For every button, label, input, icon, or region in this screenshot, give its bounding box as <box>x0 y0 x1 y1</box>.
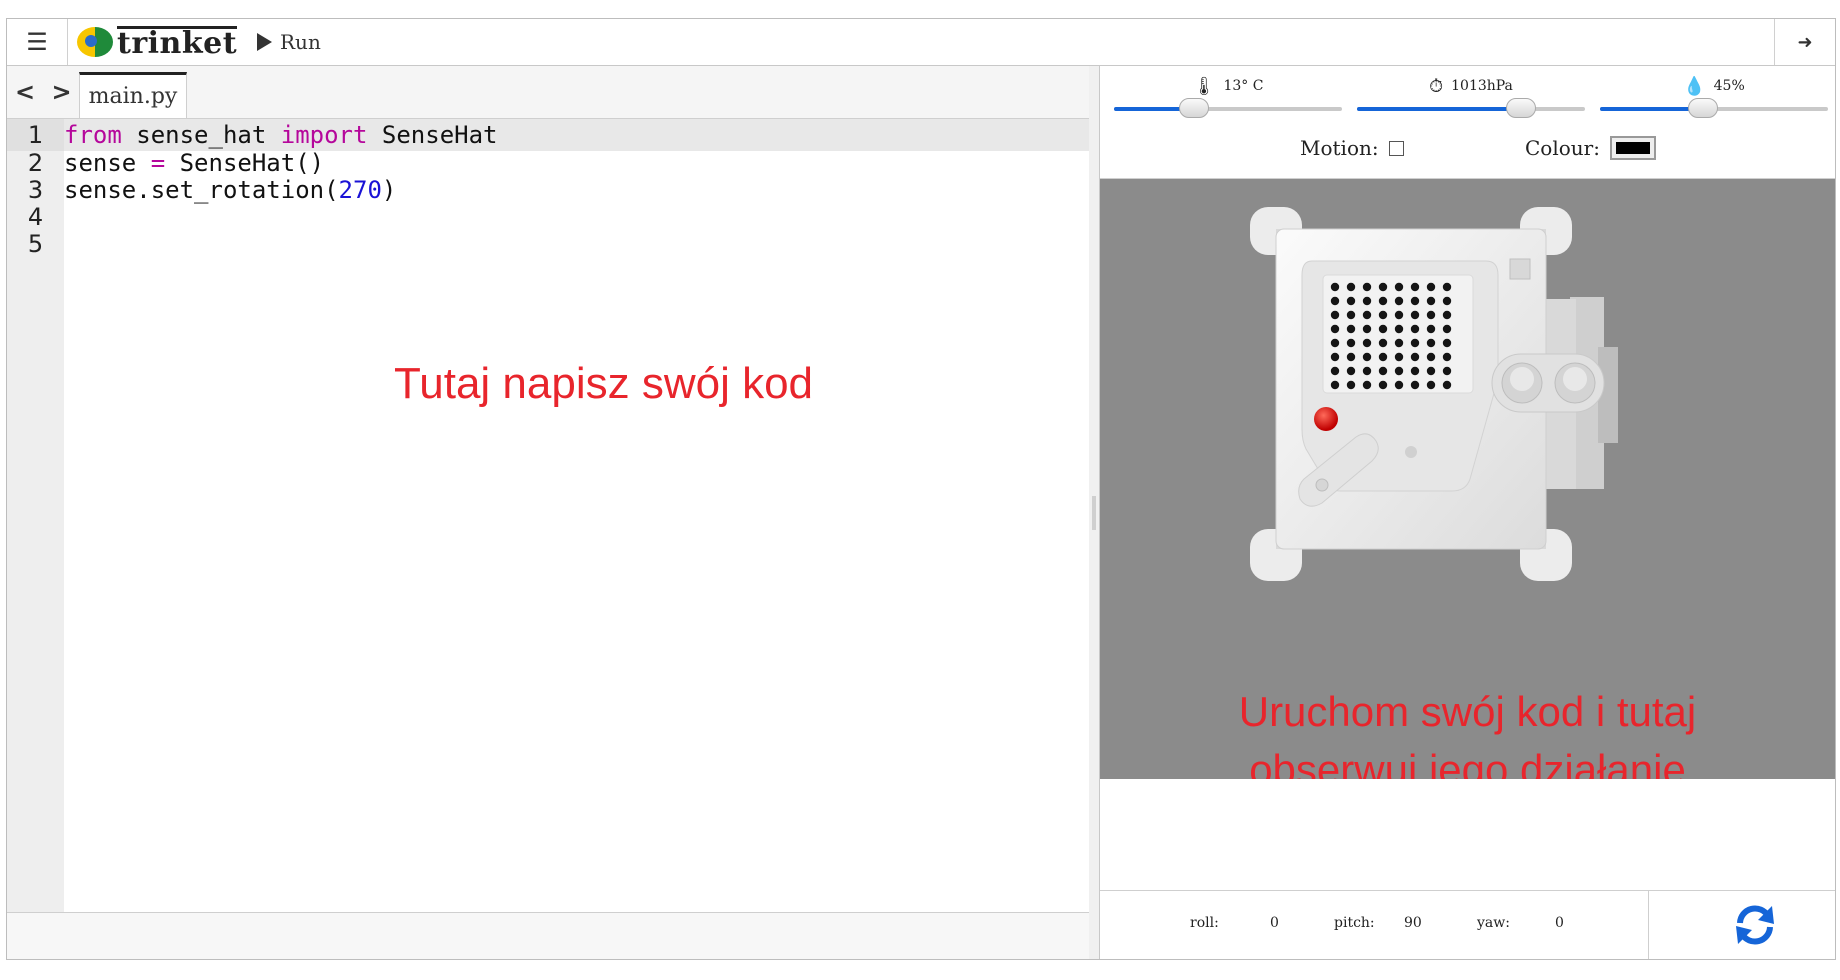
refresh-icon[interactable] <box>1675 891 1835 959</box>
motion-toggle[interactable]: Motion: <box>1300 136 1404 160</box>
run-code-hint: Uruchom swój kod i tutaj obserwuj jego d… <box>1100 683 1835 779</box>
tab-main-py[interactable]: main.py <box>79 72 187 118</box>
yaw-value: 0 <box>1555 915 1564 931</box>
sensor-controls: 🌡 13° C ⏱ 1013hPa 💧 45% Motion: Colour: <box>1100 66 1835 179</box>
motion-label: Motion: <box>1300 136 1379 160</box>
motion-colour-row: Motion: Colour: <box>1100 136 1835 166</box>
thermometer-icon: 🌡 <box>1192 76 1216 97</box>
humidity-value: 45% <box>1713 78 1745 94</box>
temperature-slider[interactable]: 🌡 13° C <box>1114 76 1342 126</box>
yaw-label: yaw: <box>1477 915 1510 931</box>
hamburger-icon[interactable]: ☰ <box>7 19 68 65</box>
code-token: SenseHat() <box>165 149 325 177</box>
run-label: Run <box>280 30 321 54</box>
orientation-values: roll: 0 pitch: 90 yaw: 0 <box>1100 891 1649 959</box>
file-tab-bar: < > main.py <box>7 66 1089 119</box>
pressure-label: ⏱ 1013hPa <box>1357 76 1585 97</box>
colour-label: Colour: <box>1525 136 1600 160</box>
splitter-grip-icon[interactable] <box>1092 496 1096 530</box>
roll-label: roll: <box>1190 915 1219 931</box>
pane-splitter[interactable] <box>1089 66 1100 959</box>
pressure-slider[interactable]: ⏱ 1013hPa <box>1357 76 1585 126</box>
humidity-slider[interactable]: 💧 45% <box>1600 76 1828 126</box>
run-code-hint-line: Uruchom swój kod i tutaj <box>1238 688 1697 735</box>
brand-name: trinket <box>117 25 238 61</box>
colour-swatch[interactable] <box>1609 136 1656 160</box>
line-number-gutter: 1 2 3 4 5 <box>7 119 64 913</box>
code-text-area[interactable]: from sense_hat import SenseHat sense = S… <box>64 119 1089 913</box>
colour-picker[interactable]: Colour: <box>1525 136 1656 160</box>
code-token: sense <box>64 149 151 177</box>
sense-hat-emulator: 🌡 13° C ⏱ 1013hPa 💧 45% Motion: Colour: … <box>1100 66 1835 959</box>
slider-track[interactable] <box>1357 98 1585 118</box>
code-toggle-icon[interactable]: < > <box>15 78 76 106</box>
orientation-bar: roll: 0 pitch: 90 yaw: 0 <box>1100 890 1835 959</box>
humidity-drop-icon: 💧 <box>1683 76 1706 97</box>
refresh-icon-graphic <box>1736 905 1774 945</box>
pressure-value: 1013hPa <box>1451 78 1513 94</box>
code-token: sense.set_rotation( <box>64 176 339 204</box>
temperature-value: 13° C <box>1223 78 1264 94</box>
slider-fill <box>1357 107 1522 111</box>
run-code-hint-line: obserwuj jego działanie <box>1249 746 1686 779</box>
sign-in-icon[interactable]: ➜ <box>1774 19 1835 65</box>
editor-status-bar <box>7 912 1089 959</box>
run-button[interactable]: Run <box>257 27 321 57</box>
pitch-value: 90 <box>1404 915 1422 931</box>
trinket-logo[interactable]: trinket <box>77 25 238 61</box>
gauge-icon: ⏱ <box>1429 76 1444 97</box>
slider-track[interactable] <box>1114 98 1342 118</box>
motion-checkbox[interactable] <box>1388 140 1404 156</box>
write-code-hint: Tutaj napisz swój kod <box>394 359 814 408</box>
line-number: 5 <box>27 230 44 258</box>
keyword: from <box>64 121 122 149</box>
code-editor-pane: < > main.py 1 2 3 4 5 from sense_hat imp… <box>7 66 1090 959</box>
code-token: SenseHat <box>367 121 498 149</box>
play-icon <box>257 33 272 51</box>
slider-track[interactable] <box>1600 98 1828 118</box>
colour-swatch-fill <box>1615 142 1650 154</box>
keyword: import <box>280 121 368 149</box>
humidity-label: 💧 45% <box>1600 76 1828 97</box>
number-literal: 270 <box>338 176 382 204</box>
operator: = <box>150 149 166 177</box>
roll-value: 0 <box>1270 915 1279 931</box>
top-toolbar: ☰ trinket Run ➜ <box>7 19 1835 66</box>
slider-handle[interactable] <box>1178 98 1209 118</box>
code-token: ) <box>381 176 397 204</box>
temperature-label: 🌡 13° C <box>1114 76 1342 97</box>
slider-handle[interactable] <box>1687 98 1718 118</box>
sense-hat-3d-view[interactable]: Uruchom swój kod i tutaj obserwuj jego d… <box>1100 179 1835 779</box>
code-token: sense_hat <box>121 121 281 149</box>
app-frame: ☰ trinket Run ➜ < > main.py 1 2 3 4 5 fr… <box>6 18 1836 960</box>
pitch-label: pitch: <box>1334 915 1375 931</box>
code-line[interactable]: sense.set_rotation(270) <box>64 174 396 206</box>
slider-handle[interactable] <box>1506 98 1537 118</box>
logo-icon <box>77 27 113 57</box>
